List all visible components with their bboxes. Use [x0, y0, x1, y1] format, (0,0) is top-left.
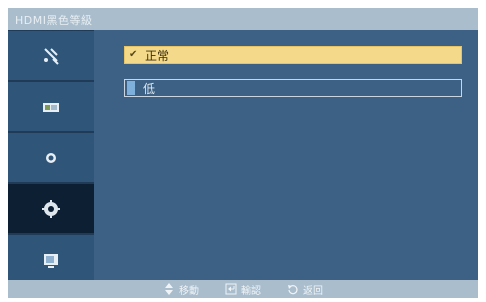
up-down-arrows-icon [165, 283, 173, 295]
option-low-label: 低 [143, 81, 156, 96]
options-panel: ✔ 正常 低 [94, 30, 478, 280]
osd-menu-window: HDMI黑色等級 ✔ 正常 低 移動 輸認 返回 [8, 8, 478, 298]
sidebar-item-multi-control[interactable] [8, 235, 94, 284]
sidebar-item-setup[interactable] [8, 184, 94, 233]
setup-gear-icon [42, 199, 60, 218]
sidebar [8, 30, 94, 284]
hint-move: 移動 [163, 282, 199, 297]
hint-return: 返回 [287, 282, 323, 297]
checkmark-icon: ✔ [129, 49, 138, 60]
enter-icon [225, 283, 237, 295]
return-icon [288, 285, 298, 295]
sound-icon [46, 152, 56, 163]
hint-return-label: 返回 [303, 285, 323, 297]
hint-move-label: 移動 [179, 285, 199, 297]
option-normal[interactable]: ✔ 正常 [124, 46, 462, 64]
hint-enter: 輸認 [225, 282, 261, 297]
title-bar: HDMI黑色等級 [8, 8, 478, 30]
picture-icon [43, 102, 59, 112]
sidebar-item-input[interactable] [8, 31, 94, 80]
option-normal-label: 正常 [145, 48, 170, 63]
menu-title: HDMI黑色等級 [15, 14, 93, 27]
hint-enter-label: 輸認 [241, 285, 261, 297]
option-marker-icon [127, 81, 135, 95]
footer-hint-bar: 移動 輸認 返回 [8, 280, 478, 298]
sidebar-item-sound[interactable] [8, 133, 94, 182]
option-low[interactable]: 低 [124, 79, 462, 97]
sidebar-item-picture[interactable] [8, 82, 94, 131]
multi-control-icon [44, 253, 58, 268]
input-antenna-icon [44, 47, 59, 65]
